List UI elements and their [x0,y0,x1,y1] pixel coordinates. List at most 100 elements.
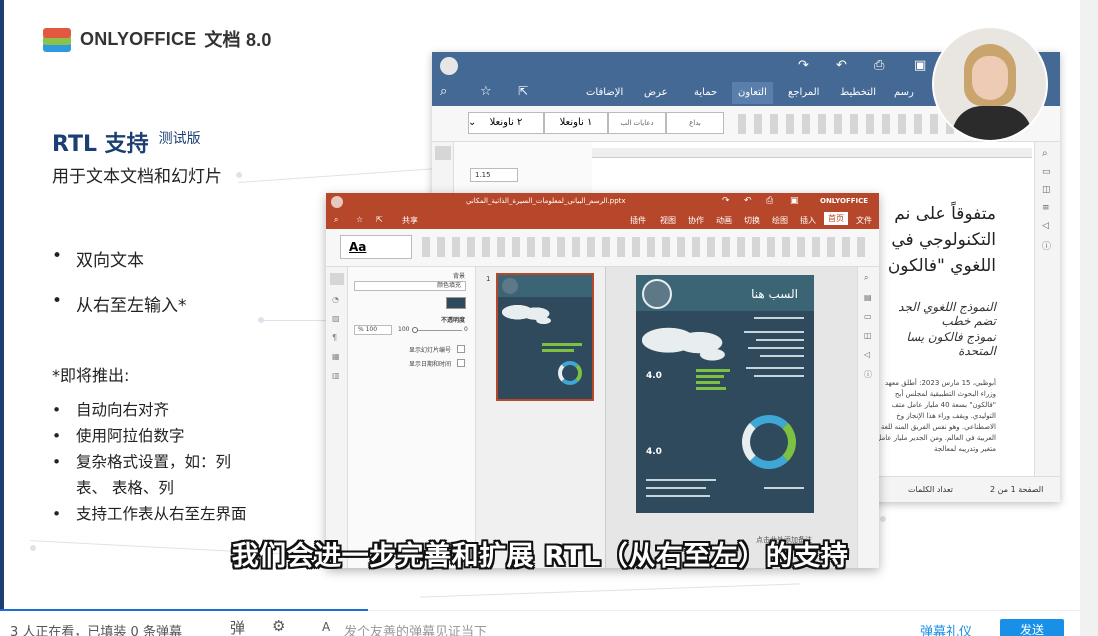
slide-settings-panel: 背景 颜色填充 不透明度 % 100 100 0 显示幻灯片编号 显示日期和时间 [348,267,476,568]
opacity-slider-handle[interactable] [412,327,418,333]
tab-view[interactable]: عرض [644,87,668,98]
tab-animation[interactable]: 动画 [716,215,732,226]
style-subtitle[interactable]: دعايات الب [608,112,666,134]
current-slide[interactable]: السب هنا 4.0 4.0 [636,275,814,513]
fill-type-select[interactable]: 颜色填充 [354,281,466,291]
deco-line [238,168,438,183]
word-count[interactable]: تعداد الكلمات [908,485,953,494]
search-icon[interactable]: ⌕ [440,84,447,99]
opacity-max: 100 [398,326,410,333]
paragraph-settings-icon[interactable]: ¶ [332,333,341,342]
viewer-count: 3 人正在看，已填装 0 条弹幕 [10,625,182,636]
tab-collaboration[interactable]: التعاون [732,82,773,104]
redo-icon[interactable]: ↷ [722,196,730,206]
shape-settings-icon[interactable]: ◔ [332,295,341,304]
danmaku-toggle-icon[interactable]: 弹 [230,617,245,636]
danmaku-etiquette-link[interactable]: 弹幕礼仪 [920,621,972,636]
style-title[interactable]: بداع [666,112,724,134]
tab-plugins[interactable]: الإضافات [586,87,623,98]
danmaku-settings-icon[interactable]: ⚙ [272,617,285,635]
save-icon[interactable]: ▣ [790,196,799,206]
slide-kpi-2: 4.0 [646,447,662,457]
tab-references[interactable]: المراجع [788,87,819,98]
slide-text-line [754,375,804,377]
comments-icon[interactable]: ▭ [864,312,873,321]
star-icon[interactable]: ☆ [480,84,492,99]
paragraph-settings-icon[interactable] [435,146,451,160]
slide-heading: السب هنا [751,287,798,301]
line-spacing-input[interactable]: 1.15 [470,168,518,182]
opacity-slider[interactable] [412,330,462,331]
search-icon[interactable]: ⌕ [334,215,338,225]
fill-color-swatch[interactable] [446,297,466,309]
print-icon[interactable]: ⎙ [874,58,884,73]
tab-protection[interactable]: حماية [694,87,717,98]
slides-icon[interactable]: ▤ [864,293,873,302]
slide-kpi: 4.0 [646,371,662,381]
comments-icon[interactable]: ▭ [1042,167,1053,177]
formatting-controls[interactable] [422,237,872,257]
chat-icon[interactable]: ◫ [1042,185,1053,195]
slide-left-accent [0,0,4,610]
chat-icon[interactable]: ◫ [864,331,873,340]
slide-thumbnails-panel: 1 [476,267,606,568]
logo-brand: ONLYOFFICE [80,28,197,49]
tab-layout[interactable]: التخطيط [840,87,876,98]
chevron-down-icon[interactable]: ⌄ [468,112,482,134]
open-location-icon[interactable]: ⇱ [518,84,528,98]
redo-icon[interactable]: ↷ [798,58,809,73]
tab-plugins[interactable]: 插件 [630,215,646,226]
tab-draw[interactable]: 绘图 [772,215,788,226]
thumb-bar [542,349,574,352]
search-icon[interactable]: ⌕ [1042,148,1053,159]
tab-transitions[interactable]: 切换 [744,215,760,226]
show-slide-number-checkbox[interactable] [457,345,465,353]
undo-icon[interactable]: ↶ [744,196,752,206]
send-button[interactable]: 发送 [1000,619,1064,636]
feedback-icon[interactable]: ◁ [1042,221,1053,231]
search-icon[interactable]: ⌕ [864,273,873,283]
slide-thumbnail[interactable] [496,273,594,401]
tab-view[interactable]: 视图 [660,215,676,226]
presenter-face [972,56,1008,100]
opacity-input[interactable]: % 100 [354,325,392,335]
table-settings-icon[interactable]: ▦ [332,352,341,361]
doc-paragraph: أبوظبي، 15 مارس 2023: أطلق معهد وزراء ال… [876,379,996,453]
star-icon[interactable]: ☆ [356,215,363,224]
undo-icon[interactable]: ↶ [836,58,847,73]
font-style-preview[interactable]: Aa [340,235,412,259]
thumb-bar [542,343,582,346]
playback-progress[interactable] [0,609,368,611]
presentation-slide: ONLYOFFICE 文档 8.0 RTL 支持 测试版 用于文本文档和幻灯片 … [0,0,1080,610]
tab-file[interactable]: 文件 [856,215,872,226]
pres-left-side-panel: ⌕ ▤ ▭ ◫ ◁ ⓘ [857,267,879,568]
save-icon[interactable]: ▣ [914,58,926,73]
info-icon[interactable]: ⓘ [1042,239,1053,252]
slide-text-line [646,487,706,489]
text-input-icon[interactable]: A [322,620,330,634]
open-location-icon[interactable]: ⇱ [376,215,383,224]
chart-settings-icon[interactable]: ▥ [332,371,341,380]
doc-ruler [592,148,1032,158]
navigation-icon[interactable]: ≡ [1042,203,1053,213]
info-icon[interactable]: ⓘ [864,369,873,380]
tab-collaboration[interactable]: 协作 [688,215,704,226]
tab-insert[interactable]: 插入 [800,215,816,226]
slide-text-line [764,487,804,489]
slide-text-line [746,367,804,369]
tab-home[interactable]: 首页 [824,212,848,225]
slide-settings-icon[interactable] [330,273,344,285]
video-player-bar: 3 人正在看，已填装 0 条弹幕 弹 ⚙ A 发个友善的弹幕见证当下 弹幕礼仪 … [0,609,1080,636]
user-avatar-icon[interactable] [331,196,343,208]
danmaku-input[interactable]: 发个友善的弹幕见证当下 [344,621,487,636]
share-button[interactable]: 共享 [402,215,418,226]
print-icon[interactable]: ⎙ [766,196,773,206]
feedback-icon[interactable]: ◁ [864,350,873,359]
style-heading-1[interactable]: ١ ناونعلا [544,112,608,134]
slide-canvas[interactable]: السب هنا 4.0 4.0 点击此处添加备注 [606,267,857,568]
doc-heading-line: اللغوي "فالكون [887,256,996,276]
show-date-checkbox[interactable] [457,359,465,367]
user-avatar-icon[interactable] [440,57,458,75]
image-settings-icon[interactable]: ▨ [332,314,341,323]
tab-draw[interactable]: رسم [894,87,914,98]
